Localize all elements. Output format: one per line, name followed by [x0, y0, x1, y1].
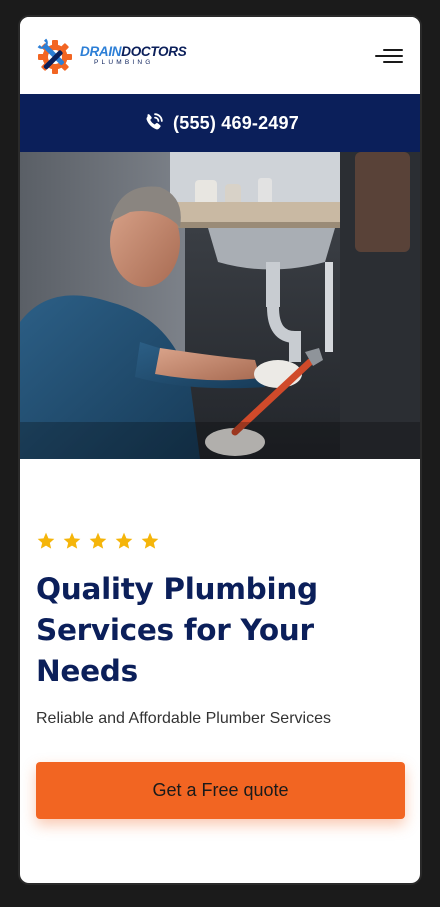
phone-number: (555) 469-2497	[173, 112, 299, 133]
hero-photo-plumber-fixing-sink	[20, 152, 420, 459]
call-phone-link[interactable]: (555) 469-2497	[20, 94, 420, 152]
gear-wrench-logo-icon	[37, 38, 72, 74]
star-icon	[89, 532, 107, 549]
star-icon	[141, 532, 159, 549]
star-icon	[37, 532, 55, 549]
star-icon	[115, 532, 133, 549]
logo-name: DRAINDOCTORS	[80, 43, 187, 59]
hero-title-line-3: Needs	[36, 654, 138, 688]
hero-title-line-1: Quality Plumbing	[36, 572, 318, 606]
star-icon	[63, 532, 81, 549]
hamburger-menu-icon[interactable]	[375, 46, 403, 66]
rating-stars	[36, 531, 404, 551]
phone-frame: DRAINDOCTORS PLUMBING (555) 469-2497 Qua…	[20, 17, 420, 883]
hero-title-line-2: Services for Your	[36, 613, 314, 647]
hero-subtitle: Reliable and Affordable Plumber Services	[36, 710, 331, 727]
get-free-quote-button[interactable]: Get a Free quote	[36, 762, 405, 819]
hero-title: Quality Plumbing Services for Your Needs	[36, 569, 404, 692]
hero-content: Quality Plumbing Services for Your Needs…	[20, 531, 420, 819]
logo-name-primary: DRAIN	[80, 43, 122, 59]
logo-tagline: PLUMBING	[94, 59, 154, 66]
logo-wordmark: DRAINDOCTORS PLUMBING	[80, 43, 187, 67]
site-header: DRAINDOCTORS PLUMBING	[20, 17, 420, 94]
hero-illustration	[20, 152, 420, 459]
brand-logo[interactable]: DRAINDOCTORS PLUMBING	[36, 36, 187, 76]
phone-call-icon	[146, 113, 163, 130]
logo-name-secondary: DOCTORS	[121, 43, 187, 59]
